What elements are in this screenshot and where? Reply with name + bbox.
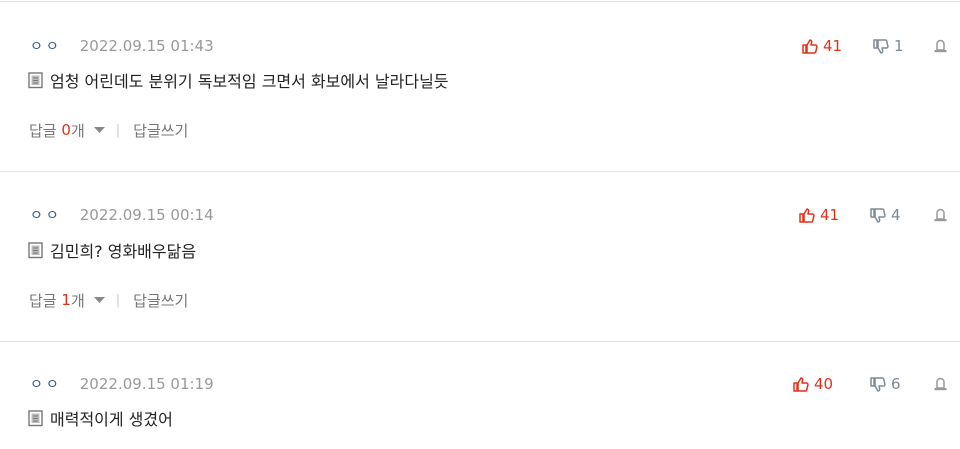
like-button[interactable]: 41 [802, 36, 842, 56]
reply-toggle[interactable]: 답글 0개 [29, 120, 85, 141]
comment-item: ㅇㅇ 2022.09.15 01:43 41 1 엄청 어린데도 분위기 독보적… [0, 2, 960, 172]
comment-nickname[interactable]: ㅇㅇ [30, 205, 62, 225]
comment-list: ㅇㅇ 2022.09.15 01:43 41 1 엄청 어린데도 분위기 독보적… [0, 0, 960, 449]
comment-body: 엄청 어린데도 분위기 독보적임 크면서 화보에서 날라다닐듯 [28, 69, 449, 91]
write-reply-link[interactable]: 답글쓰기 [133, 290, 188, 311]
comment-body: 매력적이게 생겼어 [28, 407, 173, 429]
like-button[interactable]: 41 [799, 205, 839, 225]
thumbs-down-icon [873, 38, 889, 54]
comment-meta: ㅇㅇ 2022.09.15 01:19 [30, 374, 214, 394]
comment-item: ㅇㅇ 2022.09.15 01:19 40 6 매력적이게 생겼어 [0, 342, 960, 449]
report-icon [934, 377, 947, 391]
report-icon [934, 39, 947, 53]
comment-nickname[interactable]: ㅇㅇ [30, 374, 62, 394]
dislike-count: 1 [894, 37, 904, 55]
thumbs-down-icon [870, 207, 886, 223]
comment-date: 2022.09.15 00:14 [79, 206, 214, 224]
comment-text: 매력적이게 생겼어 [50, 410, 173, 429]
thumbs-up-icon [799, 207, 815, 223]
dislike-button[interactable]: 6 [870, 374, 901, 394]
comment-nickname[interactable]: ㅇㅇ [30, 36, 62, 56]
comment-text: 김민희? 영화배우닮음 [50, 242, 197, 261]
caret-down-icon[interactable] [93, 297, 105, 303]
comment-actions: 답글 1개 | 답글쓰기 [29, 289, 188, 311]
document-icon [28, 71, 43, 88]
comment-actions: 답글 0개 | 답글쓰기 [29, 119, 188, 141]
action-separator: | [115, 122, 121, 138]
write-reply-link[interactable]: 답글쓰기 [133, 120, 188, 141]
reply-unit: 개 [70, 121, 85, 140]
like-button[interactable]: 40 [793, 374, 833, 394]
thumbs-down-icon [870, 376, 886, 392]
report-button[interactable] [933, 376, 948, 395]
reply-unit: 개 [70, 291, 85, 310]
reply-count: 1 [61, 291, 71, 309]
caret-down-icon[interactable] [93, 127, 105, 133]
document-icon [28, 409, 43, 426]
like-count: 40 [814, 375, 834, 393]
reply-toggle[interactable]: 답글 1개 [29, 290, 85, 311]
comment-date: 2022.09.15 01:19 [79, 375, 214, 393]
dislike-count: 6 [891, 375, 901, 393]
like-count: 41 [823, 37, 843, 55]
report-button[interactable] [933, 38, 948, 57]
thumbs-up-icon [802, 38, 818, 54]
dislike-count: 4 [891, 206, 901, 224]
like-count: 41 [820, 206, 840, 224]
reply-count: 0 [61, 121, 71, 139]
action-separator: | [115, 292, 121, 308]
document-icon [28, 241, 43, 258]
comment-date: 2022.09.15 01:43 [79, 37, 214, 55]
comment-meta: ㅇㅇ 2022.09.15 01:43 [30, 36, 214, 56]
dislike-button[interactable]: 1 [873, 36, 904, 56]
reply-label: 답글 [29, 121, 57, 140]
reply-label: 답글 [29, 291, 57, 310]
comment-text: 엄청 어린데도 분위기 독보적임 크면서 화보에서 날라다닐듯 [50, 72, 449, 91]
report-icon [934, 208, 947, 222]
comment-item: ㅇㅇ 2022.09.15 00:14 41 4 김민희? 영화배우닮음 답글 … [0, 172, 960, 342]
comment-meta: ㅇㅇ 2022.09.15 00:14 [30, 205, 214, 225]
thumbs-up-icon [793, 376, 809, 392]
report-button[interactable] [933, 207, 948, 226]
dislike-button[interactable]: 4 [870, 205, 901, 225]
comment-body: 김민희? 영화배우닮음 [28, 239, 196, 261]
